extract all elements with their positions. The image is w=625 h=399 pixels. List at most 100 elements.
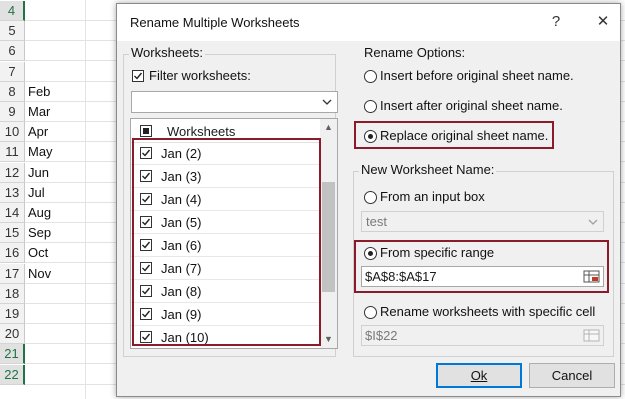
insert-after-radio[interactable]: [364, 100, 377, 113]
worksheet-checkbox[interactable]: [140, 331, 152, 343]
select-all-checkbox[interactable]: [140, 125, 152, 137]
row-header[interactable]: 22: [0, 364, 25, 385]
close-icon[interactable]: ✕: [592, 12, 614, 32]
specific-cell-value: $I$22: [365, 328, 398, 343]
worksheet-checkbox[interactable]: [140, 285, 152, 297]
cell-text: Feb: [28, 83, 51, 99]
list-item[interactable]: Jan (7): [131, 257, 319, 280]
cell-text: Jun: [28, 164, 49, 180]
worksheet-name: Jan (4): [161, 192, 202, 207]
list-item[interactable]: Jan (4): [131, 188, 319, 211]
list-header-row: Worksheets: [131, 119, 319, 143]
check-icon: [142, 287, 151, 295]
list-item[interactable]: Jan (9): [131, 303, 319, 326]
row-header[interactable]: 13: [0, 182, 25, 203]
cell-text: Mar: [28, 104, 51, 119]
partial-check-icon: [143, 128, 149, 134]
from-input-box-radio[interactable]: [364, 191, 377, 204]
insert-before-radio[interactable]: [364, 70, 377, 83]
row-header[interactable]: 21: [0, 344, 25, 365]
worksheet-name: Jan (6): [161, 238, 202, 253]
specific-cell-radio[interactable]: [364, 306, 377, 319]
scroll-thumb[interactable]: [322, 182, 335, 292]
cell-picker-icon[interactable]: [583, 328, 600, 343]
row-header[interactable]: 9: [0, 102, 25, 122]
row-header[interactable]: 4: [0, 1, 25, 21]
input-box-combo[interactable]: test: [361, 211, 604, 232]
row-header[interactable]: 11: [0, 142, 25, 163]
title-bar[interactable]: Rename Multiple Worksheets ? ✕: [117, 4, 620, 41]
scroll-down-icon[interactable]: ▼: [320, 331, 337, 348]
worksheet-name: Jan (10): [161, 330, 209, 345]
rename-options-label: Rename Options:: [362, 45, 468, 60]
specific-cell-input[interactable]: $I$22: [361, 325, 604, 346]
check-icon: [142, 333, 151, 341]
cell-text: Jul: [28, 184, 45, 200]
cancel-button-label: Cancel: [551, 368, 593, 383]
cell-text: Oct: [28, 245, 49, 261]
from-input-box-label: From an input box: [380, 189, 485, 204]
cell-text: Aug: [28, 205, 52, 220]
list-scrollbar[interactable]: ▲ ▼: [320, 119, 337, 348]
row-header[interactable]: 5: [0, 21, 25, 42]
row-header[interactable]: 14: [0, 203, 25, 223]
list-item[interactable]: Jan (3): [131, 165, 319, 188]
row-header[interactable]: 17: [0, 263, 25, 284]
ok-button[interactable]: Ok: [436, 363, 522, 388]
filter-worksheets-label: Filter worksheets:: [149, 68, 251, 83]
worksheet-name: Jan (7): [161, 261, 202, 276]
chevron-down-icon: [322, 99, 332, 105]
worksheet-checkbox[interactable]: [140, 262, 152, 274]
list-item[interactable]: Jan (2): [131, 142, 319, 165]
row-header[interactable]: 7: [0, 61, 25, 82]
row-header[interactable]: 10: [0, 122, 25, 143]
list-header-label: Worksheets: [167, 124, 236, 139]
cancel-button[interactable]: Cancel: [529, 363, 615, 388]
cell-text: Sep: [28, 225, 52, 241]
list-item[interactable]: Jan (6): [131, 234, 319, 257]
worksheet-checkbox[interactable]: [140, 170, 152, 182]
check-icon: [142, 172, 151, 180]
ok-button-label: Ok: [470, 368, 488, 383]
range-picker-icon[interactable]: [583, 269, 600, 284]
range-input[interactable]: $A$8:$A$17: [361, 266, 604, 287]
check-icon: [142, 310, 151, 318]
worksheet-checkbox[interactable]: [140, 193, 152, 205]
chevron-down-icon: [588, 219, 598, 225]
check-icon: [134, 72, 143, 80]
row-header[interactable]: 16: [0, 243, 25, 264]
list-item[interactable]: Jan (10): [131, 326, 319, 348]
dialog-title: Rename Multiple Worksheets: [130, 15, 300, 30]
cell-text: Nov: [28, 265, 52, 281]
help-button[interactable]: ?: [545, 12, 567, 32]
worksheet-name: Jan (8): [161, 284, 202, 299]
worksheet-checkbox[interactable]: [140, 216, 152, 228]
replace-original-label: Replace original sheet name.: [380, 128, 549, 143]
check-icon: [142, 241, 151, 249]
list-item[interactable]: Jan (8): [131, 280, 319, 303]
row-header[interactable]: 18: [0, 283, 25, 304]
replace-original-radio[interactable]: [364, 130, 377, 143]
check-icon: [142, 195, 151, 203]
worksheet-name: Jan (5): [161, 215, 202, 230]
worksheet-checkbox[interactable]: [140, 147, 152, 159]
new-name-group-label: New Worksheet Name:: [359, 162, 497, 177]
from-specific-range-radio[interactable]: [364, 247, 377, 260]
filter-worksheets-combo[interactable]: [131, 91, 338, 113]
worksheets-listbox[interactable]: Worksheets Jan (2) Jan (3) Jan (4) Jan (5) J…: [130, 118, 338, 349]
worksheet-name: Jan (2): [161, 146, 202, 161]
row-header[interactable]: 8: [0, 81, 25, 102]
worksheets-group-label: Worksheets:: [129, 45, 206, 60]
worksheet-checkbox[interactable]: [140, 308, 152, 320]
row-header[interactable]: 6: [0, 41, 25, 62]
row-header[interactable]: 12: [0, 162, 25, 183]
worksheet-checkbox[interactable]: [140, 239, 152, 251]
cell-text: Apr: [28, 124, 49, 140]
row-header[interactable]: 19: [0, 304, 25, 324]
insert-before-label: Insert before original sheet name.: [380, 68, 574, 83]
filter-worksheets-checkbox[interactable]: [132, 70, 144, 82]
row-header[interactable]: 20: [0, 324, 25, 345]
row-header[interactable]: 15: [0, 223, 25, 244]
scroll-up-icon[interactable]: ▲: [320, 119, 337, 136]
list-item[interactable]: Jan (5): [131, 211, 319, 234]
